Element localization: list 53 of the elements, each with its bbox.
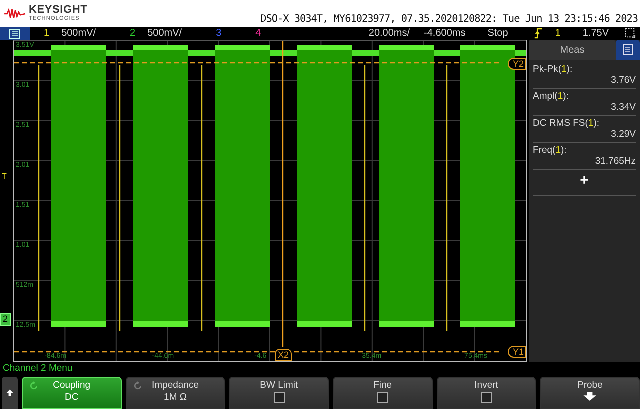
cursor-tag[interactable]: X2 <box>275 349 292 361</box>
cycle-icon <box>29 381 39 391</box>
trigger-level[interactable]: 1.75V <box>582 28 609 39</box>
rising-edge-icon <box>534 28 544 39</box>
dashed-square-icon[interactable] <box>625 28 636 39</box>
back-button[interactable] <box>2 377 18 409</box>
timebase-scale[interactable]: 20.00ms/ <box>368 28 410 39</box>
brand-name: KEYSIGHT <box>29 4 88 16</box>
ground-marker[interactable]: 2 <box>0 313 12 326</box>
cursor-tag[interactable]: Y1 <box>508 346 526 358</box>
softkey[interactable]: Probe <box>540 377 640 409</box>
time-delay[interactable]: -4.600ms <box>424 28 466 39</box>
measurement-label: Pk-Pk(1): <box>533 64 574 75</box>
add-measurement-button[interactable]: + <box>533 172 636 196</box>
up-arrow-icon <box>6 389 14 397</box>
channel-number[interactable]: 4 <box>256 28 262 39</box>
softkey[interactable]: BW Limit <box>229 377 330 409</box>
checkbox[interactable] <box>481 392 492 403</box>
trigger-level-marker[interactable]: T <box>2 173 7 181</box>
cursor-tag[interactable]: Y2 <box>508 58 526 70</box>
measurement-value: 3.34V <box>611 102 636 113</box>
run-state[interactable]: Stop <box>488 28 508 39</box>
channel-number[interactable]: 1 <box>44 28 50 39</box>
measurements-tab[interactable]: Meas <box>529 40 616 60</box>
measurement-label: DC RMS FS(1): <box>533 118 601 129</box>
instrument-title: DSO-X 3034T, MY61023977, 07.35.2020120822: Tue Jun 13 23:15:46 2023 <box>260 14 638 27</box>
measurement-value: 3.76V <box>611 75 636 86</box>
y2-cursor-line[interactable] <box>14 62 502 64</box>
wave-logo-icon <box>4 6 26 20</box>
softkey[interactable]: Coupling DC <box>22 377 122 409</box>
menu-title: Channel 2 Menu <box>2 362 74 376</box>
x2-cursor-line[interactable] <box>282 41 284 347</box>
cycle-icon <box>132 381 143 391</box>
softkey[interactable]: Fine <box>333 377 433 409</box>
measurement-value: 31.765Hz <box>595 156 636 167</box>
main-menu-button[interactable] <box>0 27 30 40</box>
trigger-source[interactable]: 1 <box>555 28 561 39</box>
channel-number[interactable]: 2 <box>130 28 136 39</box>
y1-cursor-line[interactable] <box>14 351 502 353</box>
channel-number[interactable]: 3 <box>216 28 222 39</box>
menu-icon <box>9 28 21 38</box>
softkey[interactable]: Invert <box>436 377 536 409</box>
panel-menu-button[interactable] <box>616 40 640 60</box>
measurement-label: Ampl(1): <box>533 91 570 102</box>
measurement-value: 3.29V <box>611 129 636 140</box>
channel-scale[interactable]: 500mV/ <box>62 28 96 39</box>
checkbox[interactable] <box>377 392 388 403</box>
menu-icon <box>622 44 634 56</box>
softkey[interactable]: Impedance 1M Ω <box>126 377 226 409</box>
measurement-label: Freq(1): <box>533 145 568 156</box>
checkbox[interactable] <box>274 392 285 403</box>
down-arrow-icon <box>582 392 598 401</box>
channel-scale[interactable]: 500mV/ <box>148 28 182 39</box>
